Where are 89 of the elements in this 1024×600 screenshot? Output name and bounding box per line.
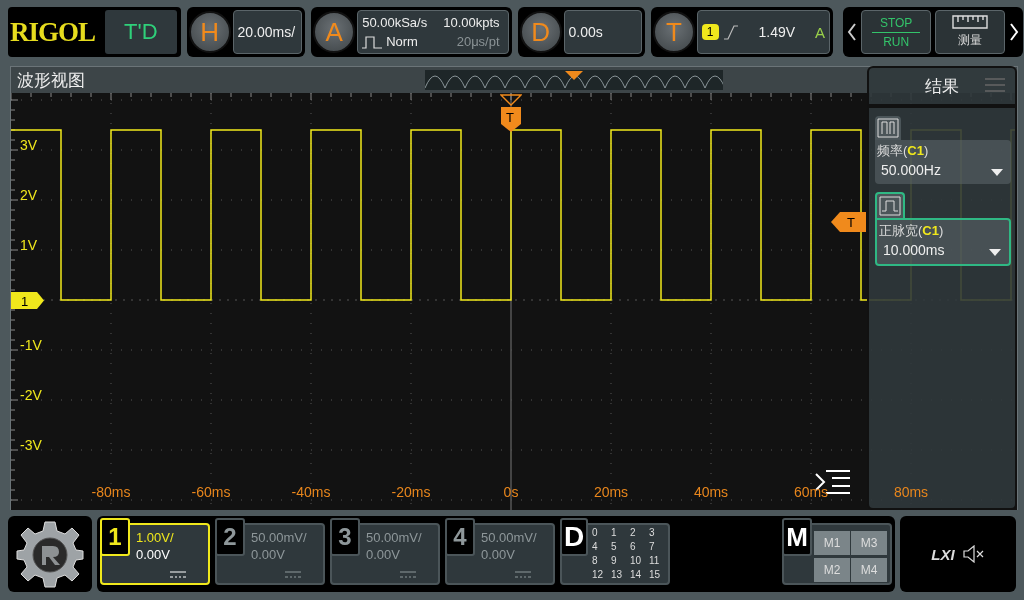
digital-bit: 0 <box>592 527 599 540</box>
digital-bit: 12 <box>592 569 605 582</box>
mute-icon[interactable] <box>962 545 985 563</box>
acquire-mode: Norm <box>386 33 418 51</box>
digital-bit: 3 <box>649 527 656 540</box>
channel-scale: 1.00V/ <box>136 529 174 546</box>
time-label: 40ms <box>693 484 729 500</box>
measurement-card[interactable]: 正脉宽(C1) 10.000ms <box>875 218 1011 266</box>
measurement-value: 50.000Hz <box>880 162 941 178</box>
measurement-value: 10.000ms <box>882 242 945 258</box>
digital-bit: 15 <box>649 569 662 582</box>
sample-rate: 50.00kSa/s <box>362 14 428 32</box>
digital-bit: 10 <box>630 555 643 568</box>
channel-number: 3 <box>330 518 360 556</box>
dc-coupling-icon <box>170 571 186 578</box>
channel-number: 1 <box>100 518 130 556</box>
voltage-label: 1V <box>20 237 38 253</box>
voltage-label: -2V <box>20 387 42 403</box>
dropdown-icon[interactable] <box>991 169 1003 176</box>
time-label: -20ms <box>391 484 431 500</box>
brand-logo: RIGOL <box>9 16 97 48</box>
measure-button[interactable]: 测量 <box>935 10 1006 54</box>
memory-depth: 10.00kpts <box>443 14 500 32</box>
digital-bit: 11 <box>649 555 661 568</box>
trigger-source: 1 <box>701 24 719 40</box>
lxi-label: LXI <box>931 545 955 563</box>
channel-offset: 0.00V <box>251 546 286 563</box>
results-title: 结果 <box>925 75 959 98</box>
time-label: -40ms <box>291 484 331 500</box>
trigger-panel[interactable]: 1 1.49V A <box>696 10 831 54</box>
pulse-icon <box>362 34 383 49</box>
channel-offset: 0.00V <box>366 546 401 563</box>
mode-button[interactable]: T'D <box>105 10 177 54</box>
measurement-card[interactable]: 频率(C1) 50.000Hz <box>875 140 1011 184</box>
time-label: 60ms <box>793 484 829 500</box>
measurement-label: 频率(C1) <box>877 142 930 160</box>
time-label: 20ms <box>593 484 629 500</box>
trigger-marker[interactable]: T <box>501 107 521 132</box>
voltage-label: -1V <box>20 337 42 353</box>
channel-number: 2 <box>215 518 245 556</box>
frequency-icon <box>877 118 899 138</box>
channel-number: 4 <box>445 518 475 556</box>
measurement-label: 正脉宽(C1) <box>879 222 945 240</box>
voltage-label: -3V <box>20 437 42 453</box>
horizontal-panel[interactable]: 20.00ms/ <box>232 10 303 54</box>
run-stop-button[interactable]: STOP RUN <box>861 10 932 54</box>
time-label: 80ms <box>893 484 929 500</box>
digital-bit: 14 <box>630 569 643 582</box>
channel-marker[interactable]: 1 <box>11 292 45 309</box>
channel-offset: 0.00V <box>481 546 516 563</box>
time-label: -80ms <box>91 484 131 500</box>
dc-coupling-icon <box>515 571 531 578</box>
acquire-panel[interactable]: 50.00kSa/s 10.00kpts Norm 20μs/pt <box>357 10 509 54</box>
ruler-icon <box>952 15 989 29</box>
digital-bit: 9 <box>611 555 618 568</box>
delay-panel[interactable]: 0.00s <box>563 10 642 54</box>
digital-bit: 6 <box>630 541 637 554</box>
digital-bit: 13 <box>611 569 624 582</box>
channel-scale: 50.00mV/ <box>366 529 422 546</box>
channel-scale: 50.00mV/ <box>481 529 537 546</box>
digital-bit: 8 <box>592 555 599 568</box>
digital-bit: 5 <box>611 541 618 554</box>
channel-offset: 0.00V <box>136 546 171 563</box>
waveform-overview[interactable] <box>425 70 723 90</box>
trigger-level: 1.49V <box>758 24 796 40</box>
view-title: 波形视图 <box>17 69 85 92</box>
trigger-sweep: A <box>815 23 826 41</box>
trigger-position-icon <box>500 94 522 106</box>
digital-letter: D <box>560 518 588 556</box>
voltage-label: 3V <box>20 137 38 153</box>
dropdown-icon[interactable] <box>989 249 1001 256</box>
dc-coupling-icon <box>400 571 416 578</box>
math-letter: M <box>782 518 812 556</box>
voltage-label: 2V <box>20 187 38 203</box>
time-per-point: 20μs/pt <box>455 33 500 51</box>
time-label: 0s <box>503 484 519 500</box>
gear-logo-icon[interactable] <box>15 519 85 589</box>
pulse-width-icon <box>879 196 901 216</box>
channel-scale: 50.00mV/ <box>251 529 307 546</box>
trigger-level-marker[interactable]: T <box>831 212 866 232</box>
digital-bit: 7 <box>649 541 656 554</box>
timebase-scale: 20.00ms/ <box>237 24 297 40</box>
dc-coupling-icon <box>285 571 301 578</box>
digital-bit: 2 <box>630 527 637 540</box>
time-label: -60ms <box>191 484 231 500</box>
rising-edge-icon <box>722 24 739 40</box>
digital-bit: 4 <box>592 541 599 554</box>
digital-bit: 1 <box>611 527 618 540</box>
delay-value: 0.00s <box>568 24 604 40</box>
